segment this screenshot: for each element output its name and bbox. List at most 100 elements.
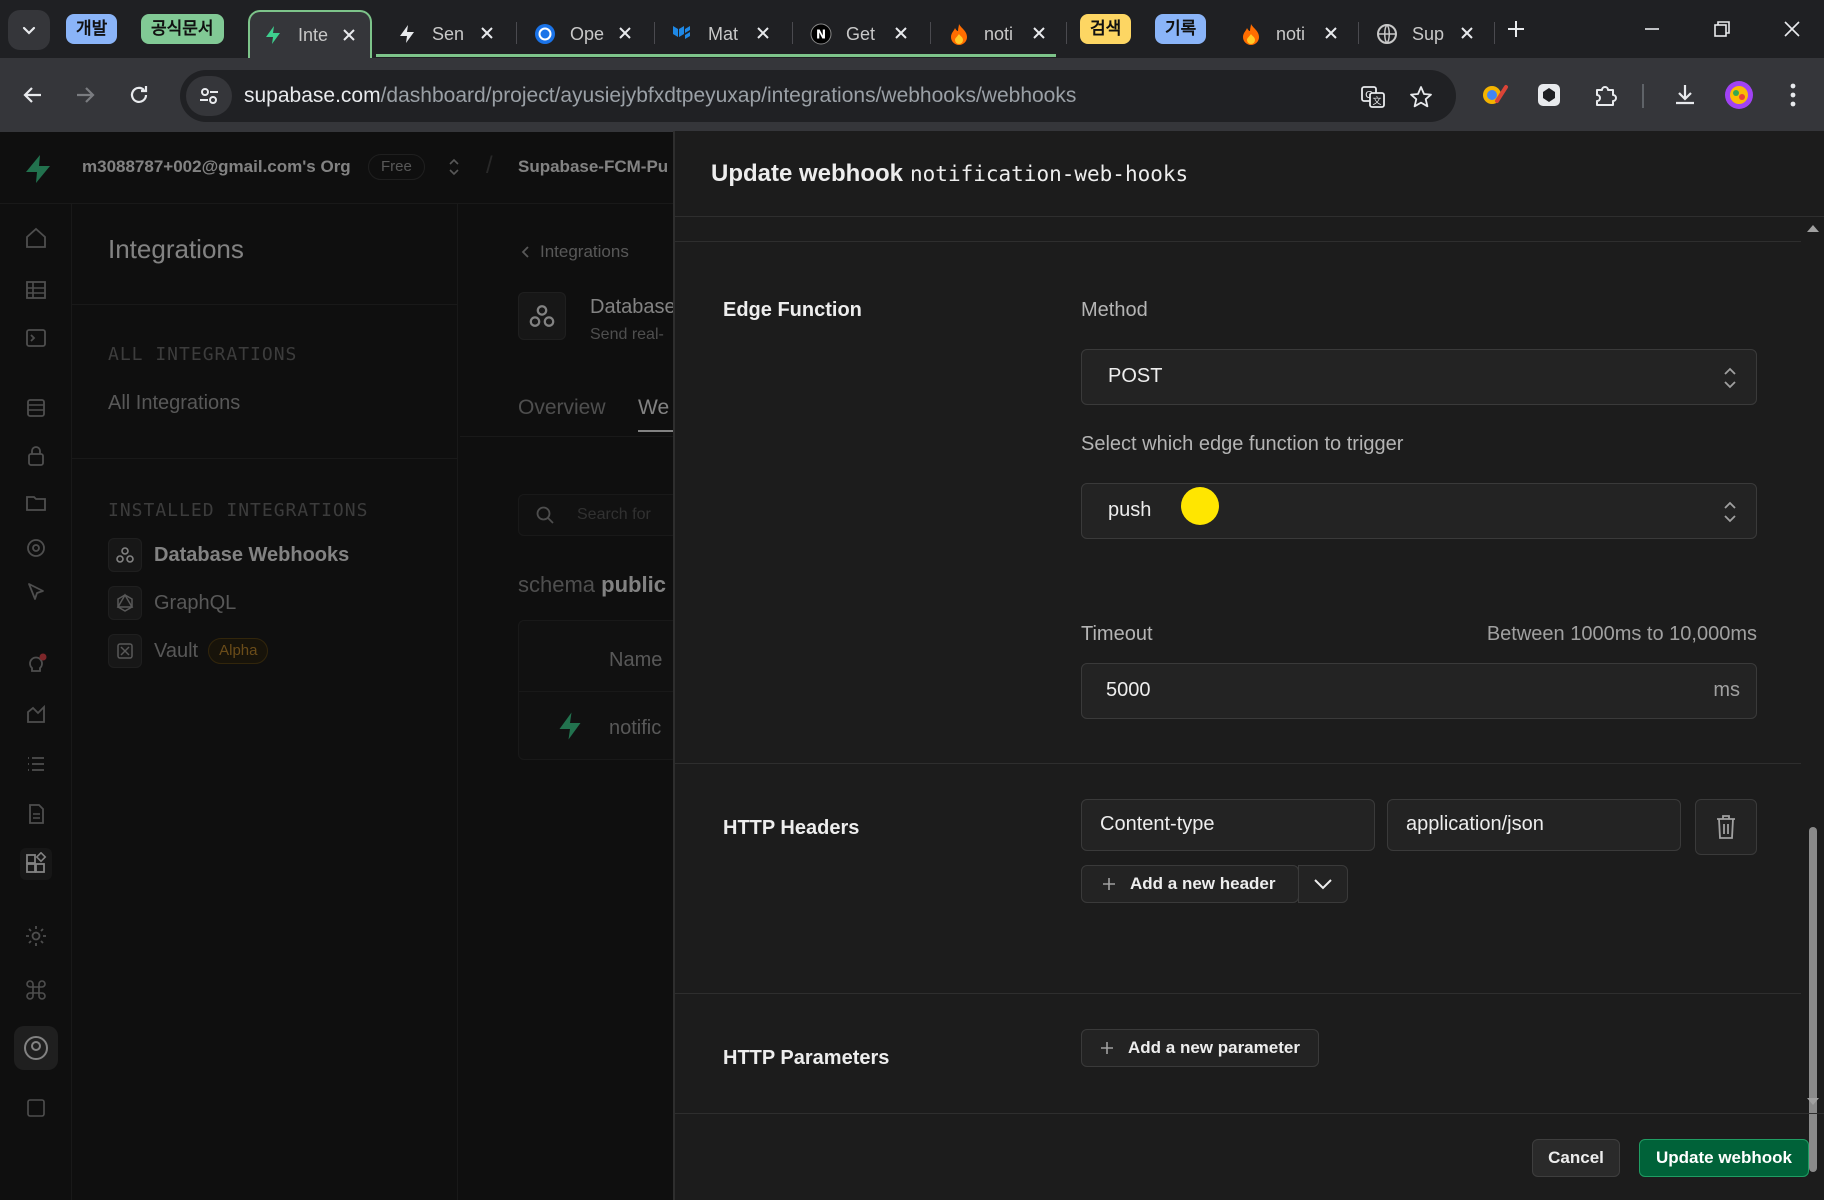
cancel-button[interactable]: Cancel <box>1532 1139 1620 1177</box>
svg-text:N: N <box>816 28 826 42</box>
trash-icon <box>1717 815 1735 839</box>
cursor-highlight <box>1181 487 1219 525</box>
edge-function-label: Select which edge function to trigger <box>1081 433 1404 455</box>
arrow-left-icon <box>23 87 41 103</box>
close-icon[interactable] <box>752 22 774 44</box>
close-icon[interactable] <box>890 22 912 44</box>
reload-button[interactable] <box>120 76 158 114</box>
chevron-down-icon <box>1314 879 1332 890</box>
timeout-field-label: Timeout <box>1081 623 1153 645</box>
divider <box>675 763 1803 764</box>
header-value-input[interactable]: application/json <box>1387 799 1681 851</box>
scroll-down-arrow-icon[interactable] <box>1806 1097 1820 1107</box>
new-tab-button[interactable] <box>1486 12 1546 46</box>
tune-icon <box>200 88 218 104</box>
tab-title: Sen <box>432 23 465 44</box>
tab-separator <box>930 22 931 44</box>
window-close-button[interactable] <box>1762 12 1822 46</box>
translate-icon[interactable]: G文 <box>1360 84 1386 110</box>
nextjs-icon: N <box>810 23 832 45</box>
tab-send[interactable]: Sen <box>384 10 508 58</box>
timeout-input[interactable]: 5000 ms <box>1081 663 1757 719</box>
tab-group-search[interactable]: 검색 <box>1080 14 1132 44</box>
tab-group-indicator <box>376 54 1056 57</box>
tab-group-history[interactable]: 기록 <box>1155 14 1207 44</box>
download-icon[interactable] <box>1668 78 1702 112</box>
update-webhook-button[interactable]: Update webhook <box>1639 1139 1809 1177</box>
openai-icon <box>534 23 556 45</box>
delete-header-button[interactable] <box>1695 799 1757 855</box>
devtools-extension-icon[interactable] <box>1532 78 1566 112</box>
webhook-name: notification-web-hooks <box>910 161 1189 186</box>
timeout-value: 5000 <box>1106 679 1151 701</box>
svg-text:文: 文 <box>1372 95 1381 107</box>
close-icon[interactable] <box>1320 22 1342 44</box>
close-icon[interactable] <box>1028 22 1050 44</box>
site-info-button[interactable] <box>186 76 232 116</box>
panel-scrollbar[interactable] <box>1801 217 1824 1172</box>
add-parameter-button[interactable]: Add a new parameter <box>1081 1029 1319 1067</box>
panel-title: Update webhook <box>711 159 904 187</box>
supabase-icon <box>262 24 284 46</box>
chevron-updown-icon <box>1724 367 1736 389</box>
profile-avatar[interactable] <box>1722 78 1756 112</box>
extensions-puzzle-icon[interactable] <box>1588 78 1622 112</box>
edge-function-value: push <box>1108 499 1152 521</box>
plus-icon <box>1101 1042 1113 1054</box>
restore-button[interactable] <box>1692 12 1752 46</box>
add-parameter-label: Add a new parameter <box>1128 1038 1300 1057</box>
tab-separator <box>516 22 517 44</box>
url-text: supabase.com/dashboard/project/ayusiejyb… <box>244 84 1076 108</box>
tab-group-dev[interactable]: 개발 <box>66 14 118 44</box>
more-menu-icon[interactable] <box>1776 78 1810 112</box>
supabase-icon <box>396 23 418 45</box>
tab-search-button[interactable] <box>8 10 50 50</box>
close-icon[interactable] <box>338 24 360 46</box>
header-key-input[interactable]: Content-type <box>1081 799 1375 851</box>
tab-title: Ope <box>570 23 605 44</box>
chevron-down-icon <box>22 26 36 35</box>
address-bar[interactable]: supabase.com/dashboard/project/ayusiejyb… <box>180 70 1456 122</box>
tab-integrations[interactable]: Inte <box>248 10 372 58</box>
panel-body: Edge Function Method POST Select which e… <box>675 217 1803 1113</box>
tab-firebase-2[interactable]: noti <box>1228 10 1352 58</box>
firebase-icon <box>1240 23 1262 45</box>
add-header-dropdown-button[interactable] <box>1298 865 1348 903</box>
close-icon[interactable] <box>476 22 498 44</box>
tab-group-docs[interactable]: 공식문서 <box>141 14 224 44</box>
minimize-icon <box>1645 28 1659 30</box>
color-picker-extension-icon[interactable] <box>1478 78 1512 112</box>
method-label: Method <box>1081 299 1148 321</box>
close-icon[interactable] <box>614 22 636 44</box>
scroll-up-arrow-icon[interactable] <box>1806 223 1820 233</box>
tab-title: Inte <box>298 24 329 45</box>
header-value-value: application/json <box>1406 813 1544 835</box>
add-header-label: Add a new header <box>1130 874 1276 893</box>
add-header-button[interactable]: Add a new header <box>1081 865 1299 903</box>
tab-title: Sup <box>1412 23 1445 44</box>
forward-button[interactable] <box>66 76 104 114</box>
back-button[interactable] <box>14 76 52 114</box>
reload-icon <box>130 86 148 103</box>
globe-icon <box>1376 23 1398 45</box>
plus-icon <box>1103 878 1115 890</box>
tab-openai[interactable]: Ope <box>522 10 646 58</box>
method-value: POST <box>1108 365 1163 387</box>
chevron-updown-icon <box>1724 501 1736 523</box>
star-icon[interactable] <box>1408 84 1434 110</box>
divider <box>675 993 1803 994</box>
restore-icon <box>1714 21 1730 37</box>
http-parameters-section-title: HTTP Parameters <box>723 1047 890 1069</box>
close-icon <box>1784 21 1800 37</box>
method-select[interactable]: POST <box>1081 349 1757 405</box>
close-icon[interactable] <box>1456 22 1478 44</box>
timeout-hint: Between 1000ms to 10,000ms <box>1486 623 1757 645</box>
tab-supabase[interactable]: Sup <box>1364 10 1488 58</box>
tab-firebase[interactable]: noti <box>936 10 1060 58</box>
tab-title: noti <box>1276 23 1306 44</box>
header-key-value: Content-type <box>1100 813 1215 835</box>
tab-nextjs[interactable]: N Get <box>798 10 922 58</box>
minimize-button[interactable] <box>1622 12 1682 46</box>
firebase-icon <box>948 23 970 45</box>
tab-mui[interactable]: Mat <box>660 10 784 58</box>
